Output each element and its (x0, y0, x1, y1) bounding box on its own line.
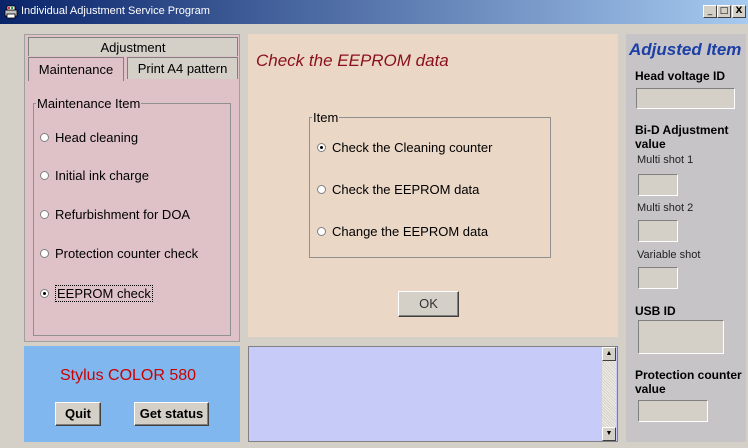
radio-protection-counter-check[interactable]: Protection counter check (40, 246, 198, 261)
get-status-button[interactable]: Get status (134, 402, 209, 426)
close-button[interactable]: X (732, 5, 746, 18)
scroll-down-arrow-icon[interactable]: ▼ (602, 427, 616, 441)
tab-print-a4-pattern[interactable]: Print A4 pattern (127, 57, 238, 79)
usb-id-value (638, 320, 724, 354)
radio-label: Protection counter check (55, 246, 199, 261)
radio-head-cleaning[interactable]: Head cleaning (40, 130, 138, 145)
radio-icon (317, 185, 326, 194)
maintenance-item-legend: Maintenance Item (37, 96, 141, 111)
printer-app-icon (4, 5, 18, 19)
radio-check-cleaning-counter[interactable]: Check the Cleaning counter (317, 140, 492, 155)
radio-label: Head cleaning (55, 130, 139, 145)
radio-icon-selected (317, 143, 326, 152)
usb-id-label: USB ID (635, 304, 676, 318)
page-title: Check the EEPROM data (256, 51, 449, 70)
title-bar: Individual Adjustment Service Program _ … (0, 0, 748, 24)
window-title: Individual Adjustment Service Program (21, 5, 210, 17)
multi-shot-2-label: Multi shot 2 (637, 202, 694, 214)
radio-icon (40, 133, 49, 142)
adjusted-item-title: Adjusted Item (629, 40, 742, 59)
radio-change-eeprom-data[interactable]: Change the EEPROM data (317, 224, 488, 239)
bi-d-adjustment-label: Bi-D Adjustment (635, 123, 729, 137)
protection-counter-label-value: value (635, 382, 666, 396)
multi-shot-1-label: Multi shot 1 (637, 154, 694, 166)
printer-model-panel (24, 346, 240, 442)
message-scrollbar[interactable]: ▲ ▼ (602, 347, 616, 441)
scroll-up-arrow-icon[interactable]: ▲ (602, 347, 616, 361)
maximize-button[interactable]: □ (717, 5, 731, 18)
radio-check-eeprom-data[interactable]: Check the EEPROM data (317, 182, 479, 197)
radio-label: Check the EEPROM data (332, 182, 480, 197)
minimize-button[interactable]: _ (703, 5, 717, 18)
radio-label: Initial ink charge (55, 168, 149, 183)
printer-model-name: Stylus COLOR 580 (60, 367, 197, 384)
bi-d-adjustment-label-value: value (635, 137, 666, 151)
radio-refurbishment-for-doa[interactable]: Refurbishment for DOA (40, 207, 190, 222)
message-output-area[interactable] (248, 346, 618, 442)
radio-label: Check the Cleaning counter (332, 140, 493, 155)
radio-icon (40, 210, 49, 219)
radio-icon-selected (40, 289, 49, 298)
variable-shot-value (638, 267, 678, 289)
radio-initial-ink-charge[interactable]: Initial ink charge (40, 168, 149, 183)
head-voltage-value (636, 88, 735, 109)
radio-icon (40, 249, 49, 258)
head-voltage-label: Head voltage ID (635, 69, 726, 83)
multi-shot-2-value (638, 220, 678, 242)
protection-counter-label: Protection counter (635, 368, 742, 382)
protection-counter-value (638, 400, 708, 422)
ok-button[interactable]: OK (398, 291, 459, 317)
tab-maintenance[interactable]: Maintenance (28, 57, 124, 81)
radio-label: Change the EEPROM data (332, 224, 489, 239)
tab-adjustment[interactable]: Adjustment (28, 37, 238, 56)
radio-icon (40, 171, 49, 180)
radio-eeprom-check[interactable]: EEPROM check (40, 285, 153, 302)
variable-shot-label: Variable shot (637, 249, 701, 261)
radio-label: EEPROM check (55, 285, 153, 302)
quit-button[interactable]: Quit (55, 402, 101, 426)
item-legend: Item (313, 110, 339, 125)
multi-shot-1-value (638, 174, 678, 196)
radio-label: Refurbishment for DOA (55, 207, 191, 222)
radio-icon (317, 227, 326, 236)
